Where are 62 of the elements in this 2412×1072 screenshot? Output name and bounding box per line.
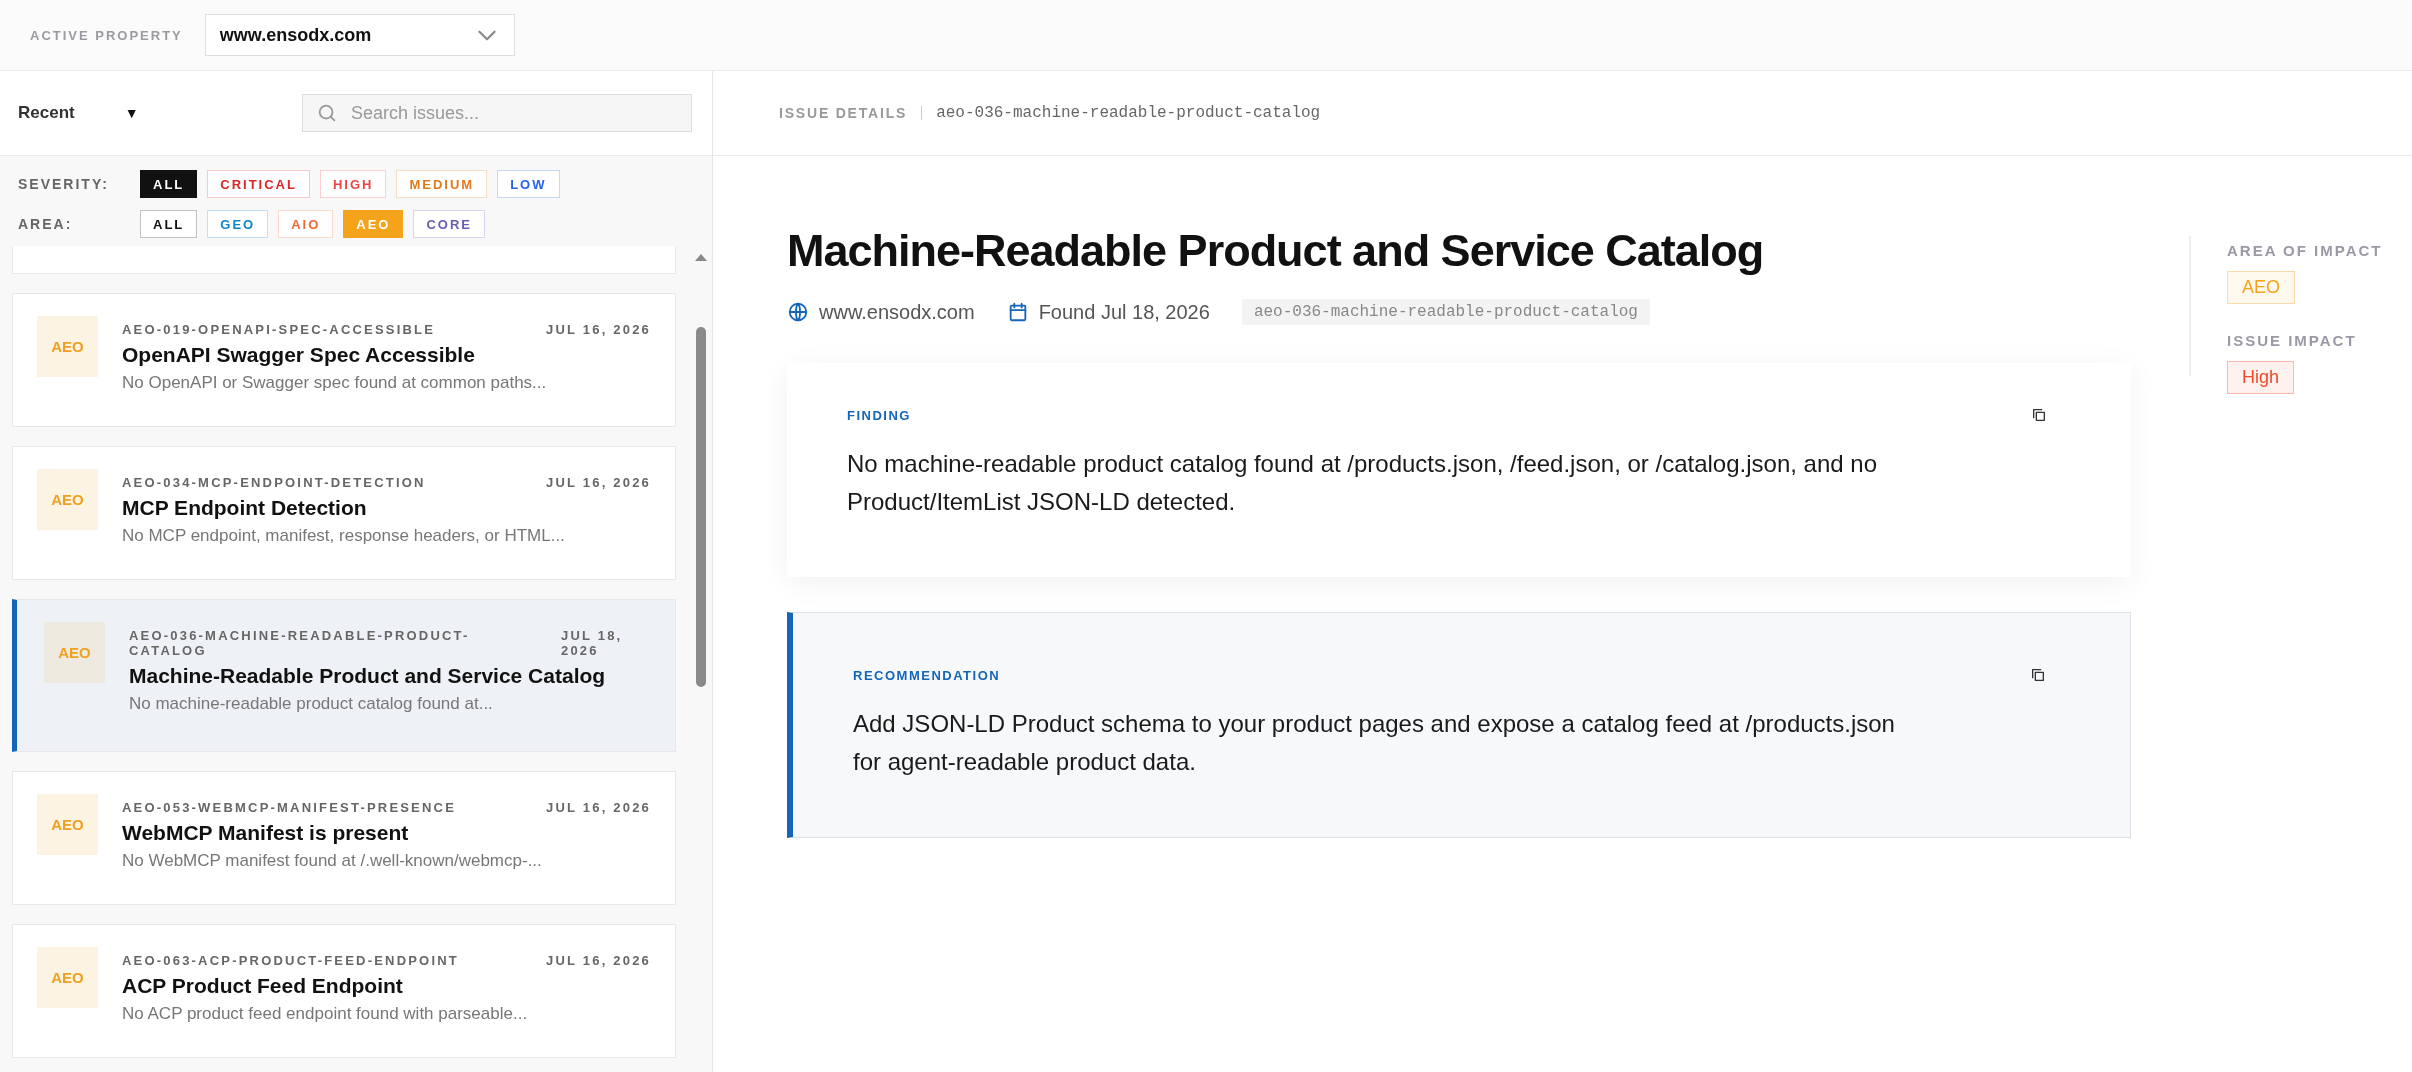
filter-chip[interactable]: ALL [140, 210, 198, 238]
copy-icon [2031, 407, 2047, 423]
section-label: RECOMMENDATION [853, 667, 1001, 683]
issue-card[interactable]: AEO AEO-036-MACHINE-READABLE-PRODUCT-CATALOG JUL 18, 2026 Machine-Readable Product and Service Catalog No machine-readable product catalog found at... [12, 599, 676, 752]
issue-title: Machine-Readable Product and Service Catalog [129, 664, 607, 688]
filter-chip[interactable]: CORE [413, 210, 486, 238]
impact-tag: High [2227, 361, 2295, 394]
issue-snippet: No MCP endpoint, manifest, response headers, or HTML... [122, 526, 566, 546]
issue-title: MCP Endpoint Detection [122, 496, 368, 520]
globe-icon [787, 301, 809, 323]
issue-snippet: No ACP product feed endpoint found with parseable... [122, 1004, 529, 1024]
issue-date: JUL 16, 2026 [546, 475, 651, 490]
issue-date: JUL 16, 2026 [546, 800, 651, 815]
sort-dropdown[interactable]: Recent ▼ [18, 103, 139, 123]
area-badge: AEO [37, 947, 98, 1008]
issue-id: AEO-019-OPENAPI-SPEC-ACCESSIBLE [122, 322, 436, 337]
issue-date: JUL 16, 2026 [546, 322, 651, 337]
issue-snippet: No WebMCP manifest found at /.well-known/webmcp-... [122, 851, 543, 871]
issue-title: WebMCP Manifest is present [122, 821, 410, 845]
issue-heading: Machine-Readable Product and Service Catalog [787, 225, 1765, 277]
issue-card[interactable]: AEO AEO-034-MCP-ENDPOINT-DETECTION JUL 16, 2026 MCP Endpoint Detection No MCP endpoint, manifest, response headers, or HTML... [12, 446, 676, 580]
issue-date: JUL 18, 2026 [561, 628, 624, 658]
area-badge: AEO [37, 316, 98, 377]
filter-label: AREA: [18, 216, 74, 232]
aside-label: ISSUE IMPACT [2227, 332, 2357, 349]
scroll-up-arrow[interactable] [695, 254, 707, 261]
scrollbar-thumb[interactable] [696, 327, 706, 687]
area-badge: AEO [37, 794, 98, 855]
site-url: www.ensodx.com [819, 300, 975, 324]
filter-chip[interactable]: CRITICAL [207, 170, 310, 198]
property-dropdown[interactable]: www.ensodx.com [204, 14, 515, 56]
aside-label: AREA OF IMPACT [2227, 242, 2383, 259]
property-label: ACTIVE PROPERTY [30, 27, 183, 43]
issue-snippet: No machine-readable product catalog found at... [129, 694, 494, 714]
area-badge: AEO [44, 622, 105, 683]
issue-title: ACP Product Feed Endpoint [122, 974, 404, 998]
filter-chip[interactable]: GEO [207, 210, 269, 238]
issue-card[interactable]: AEO AEO-019-OPENAPI-SPEC-ACCESSIBLE JUL 16, 2026 OpenAPI Swagger Spec Accessible No OpenAPI or Swagger spec found at common paths... [12, 293, 676, 427]
issue-snippet: No OpenAPI or Swagger spec found at common paths... [122, 373, 548, 393]
breadcrumb-label: ISSUE DETAILS [779, 105, 908, 121]
section-text: Add JSON-LD Product schema to your product pages and expose a catalog feed at /products.json for agent-readable product data. [853, 709, 1896, 777]
issue-id: AEO-053-WEBMCP-MANIFEST-PRESENCE [122, 800, 457, 815]
area-badge: AEO [37, 469, 98, 530]
filter-chip[interactable]: LOW [497, 170, 560, 198]
issue-id: AEO-063-ACP-PRODUCT-FEED-ENDPOINT [122, 953, 459, 968]
issue-id: AEO-034-MCP-ENDPOINT-DETECTION [122, 475, 426, 490]
issue-title: OpenAPI Swagger Spec Accessible [122, 343, 476, 367]
section-label: FINDING [847, 407, 911, 423]
section-text: No machine-readable product catalog found at /products.json, /feed.json, or /catalog.json, and no Product/ItemList JSON-LD detected. [847, 449, 1878, 517]
filter-chip[interactable]: ALL [140, 170, 198, 198]
issue-slug: aeo-036-machine-readable-product-catalog [1241, 299, 1650, 325]
breadcrumb-slug: aeo-036-machine-readable-product-catalog [936, 104, 1321, 122]
search-field[interactable]: Search issues... [302, 94, 692, 132]
found-date: Found Jul 18, 2026 [1038, 300, 1210, 324]
filter-label: SEVERITY: [18, 176, 110, 192]
filter-chip[interactable]: HIGH [319, 170, 387, 198]
copy-icon [2030, 667, 2046, 683]
issue-card[interactable]: AEO AEO-063-ACP-PRODUCT-FEED-ENDPOINT JUL 16, 2026 ACP Product Feed Endpoint No ACP product feed endpoint found with parseable... [12, 924, 676, 1058]
issue-id: AEO-036-MACHINE-READABLE-PRODUCT-CATALOG [129, 628, 471, 658]
issue-date: JUL 16, 2026 [546, 953, 651, 968]
issue-card[interactable]: AEO AEO-053-WEBMCP-MANIFEST-PRESENCE JUL 16, 2026 WebMCP Manifest is present No WebMCP manifest found at /.well-known/webmcp-... [12, 771, 676, 905]
impact-tag: AEO [2227, 271, 2295, 304]
